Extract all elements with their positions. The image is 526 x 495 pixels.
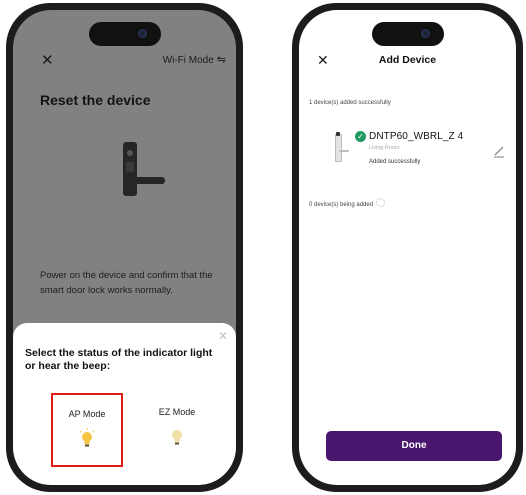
bulb-icon [172, 430, 182, 445]
loading-spinner-icon [376, 198, 386, 207]
camera-icon [420, 29, 430, 38]
door-lock-image [123, 142, 175, 202]
instruction-text: Power on the device and confirm that the… [40, 270, 213, 296]
adding-status: 0 device(s) being added [309, 198, 386, 208]
indicator-bottom-sheet: ✕ Select the status of the indicator lig… [13, 323, 236, 485]
page-title: Reset the device [40, 92, 151, 108]
sheet-close-icon[interactable]: ✕ [218, 329, 228, 343]
swap-icon: ⇋ [216, 54, 226, 66]
ap-mode-option[interactable]: AP Mode [51, 393, 123, 467]
camera-icon [137, 29, 147, 38]
adding-text: 0 device(s) being added [309, 202, 374, 208]
dynamic-island [88, 22, 161, 46]
ez-mode-label: EZ Mode [158, 407, 196, 417]
reset-screen: ✕ Wi-Fi Mode ⇋ Reset the device Power on … [13, 10, 236, 485]
pencil-icon[interactable] [492, 144, 506, 158]
sheet-title: Select the status of the indicator light… [25, 347, 213, 372]
page-title: Add Device [378, 54, 437, 66]
wifi-mode-label: Wi-Fi Mode [162, 55, 214, 66]
phone-left: ✕ Wi-Fi Mode ⇋ Reset the device Power on … [6, 3, 243, 492]
wifi-mode-toggle[interactable]: Wi-Fi Mode ⇋ [163, 53, 226, 68]
success-check-icon: ✓ [355, 131, 366, 142]
phone-right: ✕ Add Device 1 device(s) added successfu… [292, 3, 523, 492]
device-status: Added successfully [369, 159, 421, 165]
door-lock-thumbnail [329, 130, 351, 170]
done-button[interactable]: Done [326, 431, 502, 461]
device-name: DNTP60_WBRL_Z 4 [369, 131, 464, 142]
add-device-screen: ✕ Add Device 1 device(s) added successfu… [299, 10, 516, 485]
close-icon[interactable]: ✕ [41, 53, 54, 68]
bulb-on-icon [79, 428, 95, 447]
added-count-text: 1 device(s) added successfully [309, 100, 391, 106]
ap-mode-label: AP Mode [68, 409, 106, 419]
dynamic-island [371, 22, 444, 46]
device-room: Living Room [369, 145, 400, 151]
ez-mode-option[interactable]: EZ Mode [143, 393, 211, 463]
